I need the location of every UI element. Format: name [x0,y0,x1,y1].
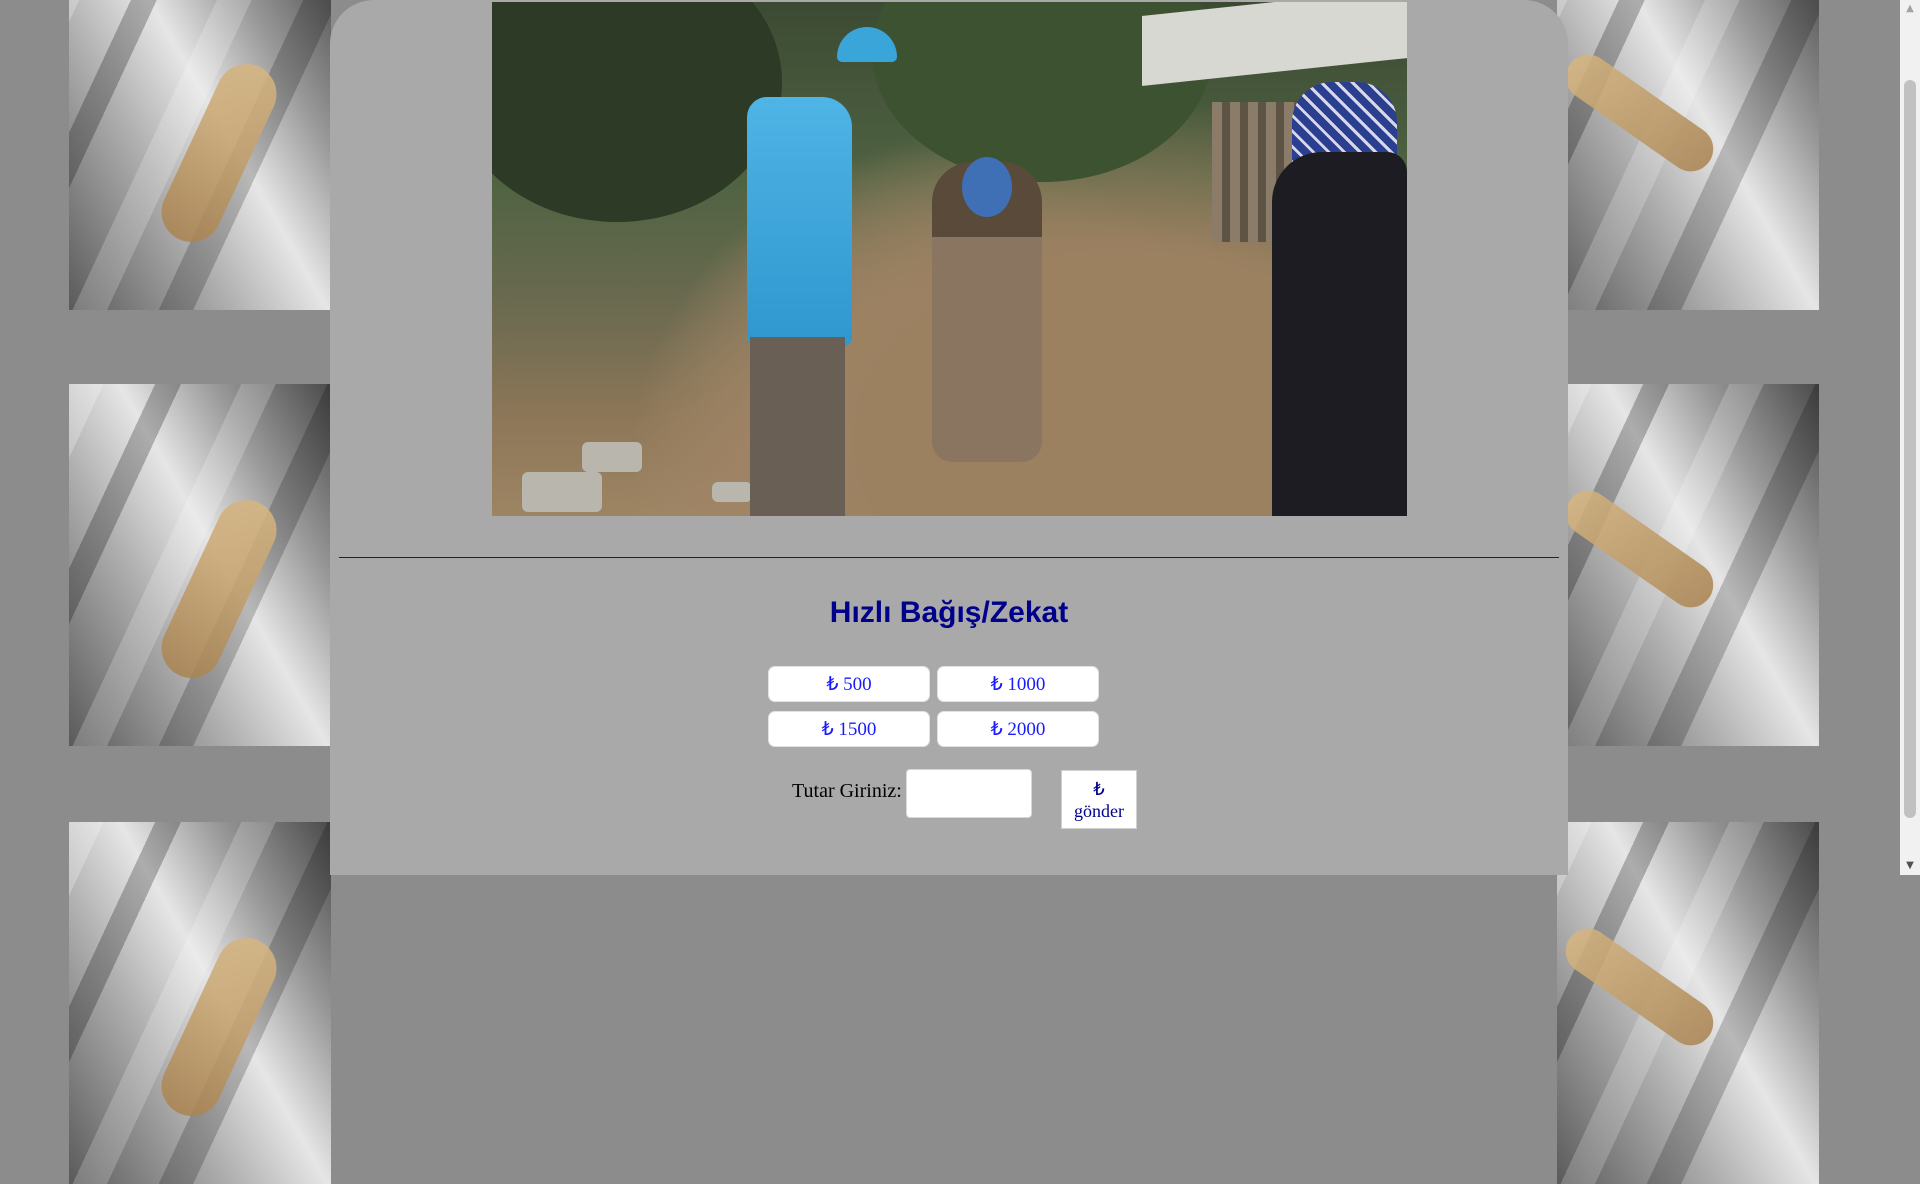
scroll-down-arrow-icon[interactable]: ▼ [1900,857,1920,875]
amount-input[interactable] [906,769,1032,818]
scrollbar-thumb[interactable] [1904,80,1916,818]
section-divider [339,557,1559,558]
amount-1000-button[interactable]: ₺ 1000 [937,666,1099,702]
background-hands-image [69,822,331,1184]
background-hands-image [69,0,331,310]
send-button-label: gönder [1074,800,1124,821]
amount-input-label: Tutar Giriniz: [792,780,902,802]
background-hands-image [1556,822,1819,1184]
send-button[interactable]: ₺ gönder [1061,770,1137,829]
amount-500-button[interactable]: ₺ 500 [768,666,930,702]
amount-1500-button[interactable]: ₺ 1500 [768,711,930,747]
background-hands-image [1556,384,1819,746]
quick-donation-title: Hızlı Bağış/Zekat [829,596,1069,629]
amount-2000-button[interactable]: ₺ 2000 [937,711,1099,747]
vertical-scrollbar[interactable]: ▲ ▼ [1900,0,1920,875]
hero-photo [492,2,1407,516]
send-currency-label: ₺ [1093,778,1105,799]
background-hands-image [1556,0,1819,310]
background-hands-image [69,384,331,746]
scroll-up-arrow-icon[interactable]: ▲ [1900,0,1920,18]
